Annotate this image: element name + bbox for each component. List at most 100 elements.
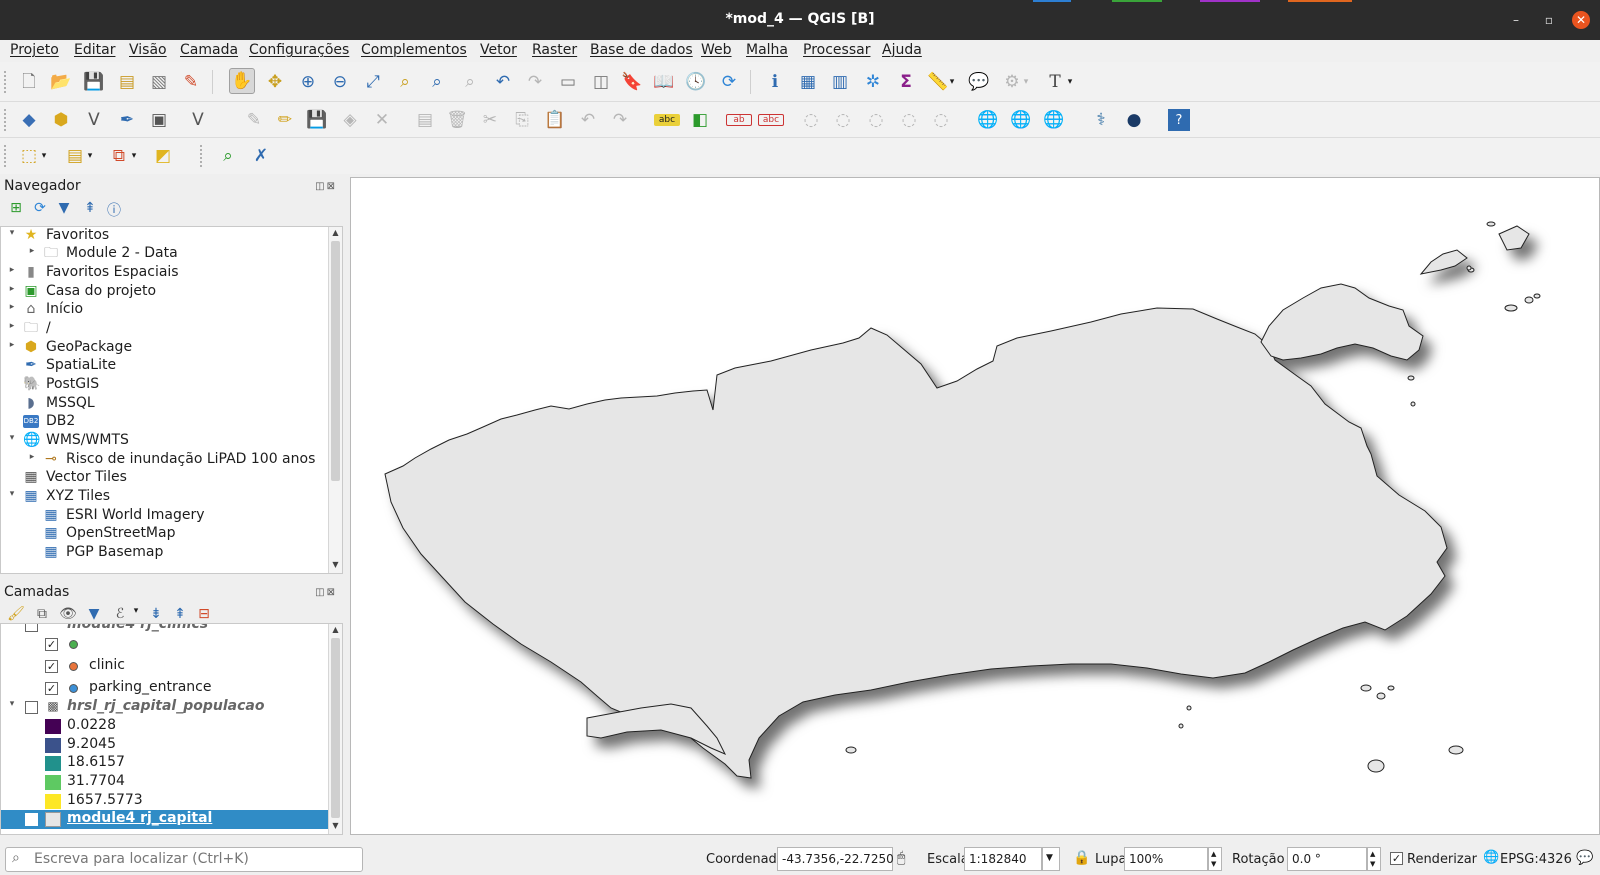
pin-labels-icon[interactable]: abc [758, 114, 784, 126]
geocoder-icon[interactable]: 🌐 [1041, 107, 1067, 133]
menu-raster[interactable]: Raster [532, 42, 577, 58]
scale-dropdown-icon[interactable]: ▼ [1042, 847, 1060, 871]
legend-row-clinic[interactable]: ✓ clinic [1, 657, 327, 676]
zoom-in-icon[interactable]: ⊕ [295, 69, 321, 95]
zoom-next-icon[interactable]: ↷ [522, 69, 548, 95]
menu-web[interactable]: Web [701, 42, 732, 58]
locator-search-input[interactable]: Escreva para localizar (Ctrl+K) [5, 847, 363, 872]
style-manager-icon[interactable]: ✎ [178, 69, 204, 95]
new-bookmark-icon[interactable]: 🔖 [619, 69, 645, 95]
redo-icon[interactable]: ↷ [607, 107, 633, 133]
scroll-up-icon[interactable]: ▲ [329, 625, 342, 637]
lock-scale-icon[interactable]: 🔒 [1073, 850, 1090, 866]
menu-vetor[interactable]: Vetor [480, 42, 517, 58]
add-feature-icon[interactable]: ◈ [337, 107, 363, 133]
new-project-icon[interactable]: 🗋 [16, 69, 42, 95]
collapse-all-icon[interactable]: ⇞ [80, 200, 100, 220]
python-console-icon[interactable]: ⚕ [1088, 107, 1114, 133]
plugin-tool-icon[interactable]: ✗ [248, 143, 274, 169]
open-project-icon[interactable]: 📂 [48, 69, 74, 95]
magnifier-field[interactable]: 100% [1124, 847, 1208, 871]
menu-visao[interactable]: Visão [129, 42, 167, 58]
browser-scrollbar[interactable]: ▲ ▼ [328, 227, 342, 573]
rotation-stepper[interactable]: ▲ ▼ [1367, 847, 1381, 871]
delete-selected-icon[interactable]: 🗑 [444, 107, 470, 133]
data-source-manager-icon[interactable]: ◆ [16, 107, 42, 133]
scroll-thumb[interactable] [331, 241, 340, 481]
pan-to-selection-icon[interactable]: ✥ [262, 69, 288, 95]
zoom-out-icon[interactable]: ⊖ [327, 69, 353, 95]
show-bookmarks-icon[interactable]: 📖 [651, 69, 677, 95]
add-vector-layer-icon[interactable]: V [81, 107, 107, 133]
minimize-button[interactable]: – [1507, 12, 1525, 28]
expand-arrow-icon[interactable]: ▸ [7, 340, 17, 350]
expand-arrow-icon[interactable]: ▸ [7, 265, 17, 275]
processing-toolbox-icon[interactable]: ✲ [860, 69, 886, 95]
zoom-to-selection-icon[interactable]: ⌕ [392, 69, 418, 95]
crs-globe-icon[interactable]: 🌐 [1483, 850, 1499, 865]
toolbar-grip[interactable] [200, 145, 204, 167]
magnifier-stepper[interactable]: ▲ ▼ [1208, 847, 1222, 871]
scroll-thumb[interactable] [331, 638, 340, 818]
statistical-summary-icon[interactable]: Σ [893, 69, 919, 95]
rio-municipality-polygon[interactable] [384, 225, 1530, 779]
vertex-tool-icon[interactable]: ✕ [369, 107, 395, 133]
maximize-button[interactable]: ▫ [1540, 12, 1558, 28]
expand-arrow-icon[interactable]: ▸ [7, 321, 17, 331]
panel-float-close-icon[interactable]: ◫⊠ [315, 587, 337, 598]
collapse-arrow-icon[interactable]: ▾ [7, 228, 17, 238]
dropdown-arrow-icon[interactable]: ▾ [946, 69, 958, 95]
rotate-label-icon[interactable]: ◌ [863, 107, 889, 133]
close-button[interactable]: ✕ [1572, 11, 1590, 29]
legend-row-parking[interactable]: ✓ parking_entrance [1, 679, 327, 698]
properties-icon[interactable]: ⓘ [104, 200, 124, 220]
map-tips-icon[interactable]: 💬 [966, 69, 992, 95]
add-selected-layers-icon[interactable]: ⊞ [6, 200, 26, 220]
scale-field[interactable]: 1:182840 [964, 847, 1042, 871]
rotation-field[interactable]: 0.0 ° [1287, 847, 1367, 871]
menu-camada[interactable]: Camada [180, 42, 238, 58]
scroll-down-icon[interactable]: ▼ [329, 821, 342, 833]
expand-arrow-icon[interactable]: ▸ [27, 452, 37, 462]
zoom-to-layer-icon[interactable]: ⌕ [424, 69, 450, 95]
layers-scrollbar[interactable]: ▲ ▼ [328, 624, 342, 834]
map-svg[interactable] [351, 178, 1600, 835]
new-print-layout-icon[interactable]: ▤ [114, 69, 140, 95]
identify-features-icon[interactable]: ℹ [762, 69, 788, 95]
paste-features-icon[interactable]: 📋 [542, 107, 568, 133]
undo-icon[interactable]: ↶ [575, 107, 601, 133]
pan-map-icon[interactable]: ✋ [229, 68, 255, 94]
help-icon[interactable]: ? [1168, 109, 1190, 131]
layer-row-population[interactable]: ▾ ▩ hrsl_rj_capital_populacao [1, 698, 327, 717]
copy-features-icon[interactable]: ⎘ [509, 107, 535, 133]
filter-icon[interactable]: ▼ [54, 200, 74, 220]
menu-processar[interactable]: Processar [803, 42, 870, 58]
add-spatialite-icon[interactable]: ✒ [114, 107, 140, 133]
expand-arrow-icon[interactable]: ▸ [27, 246, 37, 256]
zoom-full-icon[interactable]: ⤢ [360, 69, 386, 95]
new-3d-view-icon[interactable]: ◫ [588, 69, 614, 95]
attribute-table-icon[interactable]: ▦ [795, 69, 821, 95]
dropdown-arrow-icon[interactable]: ▾ [1020, 69, 1032, 95]
menu-configuracoes[interactable]: Configurações [249, 42, 349, 58]
layout-manager-icon[interactable]: ▧ [146, 69, 172, 95]
layer-visibility-checkbox[interactable] [25, 624, 38, 632]
toggle-editing-icon[interactable]: ✏ [272, 107, 298, 133]
dropdown-arrow-icon[interactable]: ▾ [84, 143, 96, 169]
collapse-arrow-icon[interactable]: ▾ [7, 624, 17, 627]
menu-malha[interactable]: Malha [746, 42, 788, 58]
layer-visibility-checkbox[interactable]: ✓ [25, 813, 38, 826]
refresh-icon[interactable]: ⟳ [30, 200, 50, 220]
legend-item-checkbox[interactable]: ✓ [45, 682, 58, 695]
menu-editar[interactable]: Editar [74, 42, 115, 58]
move-label-icon[interactable]: ◌ [830, 107, 856, 133]
toggle-extents-icon[interactable]: 🖱 [897, 850, 905, 866]
metasearch-icon[interactable]: 🌐 [975, 107, 1001, 133]
dropdown-arrow-icon[interactable]: ▾ [128, 143, 140, 169]
plugin-search-icon[interactable]: ⌕ [215, 143, 241, 169]
current-edits-icon[interactable]: ✎ [241, 107, 267, 133]
dropdown-arrow-icon[interactable]: ▾ [1064, 69, 1076, 95]
layer-row-capital[interactable]: ✓ module4 rj_capital [1, 810, 329, 829]
expand-arrow-icon[interactable]: ▸ [7, 284, 17, 294]
add-virtual-layer-icon[interactable]: V [185, 107, 211, 133]
